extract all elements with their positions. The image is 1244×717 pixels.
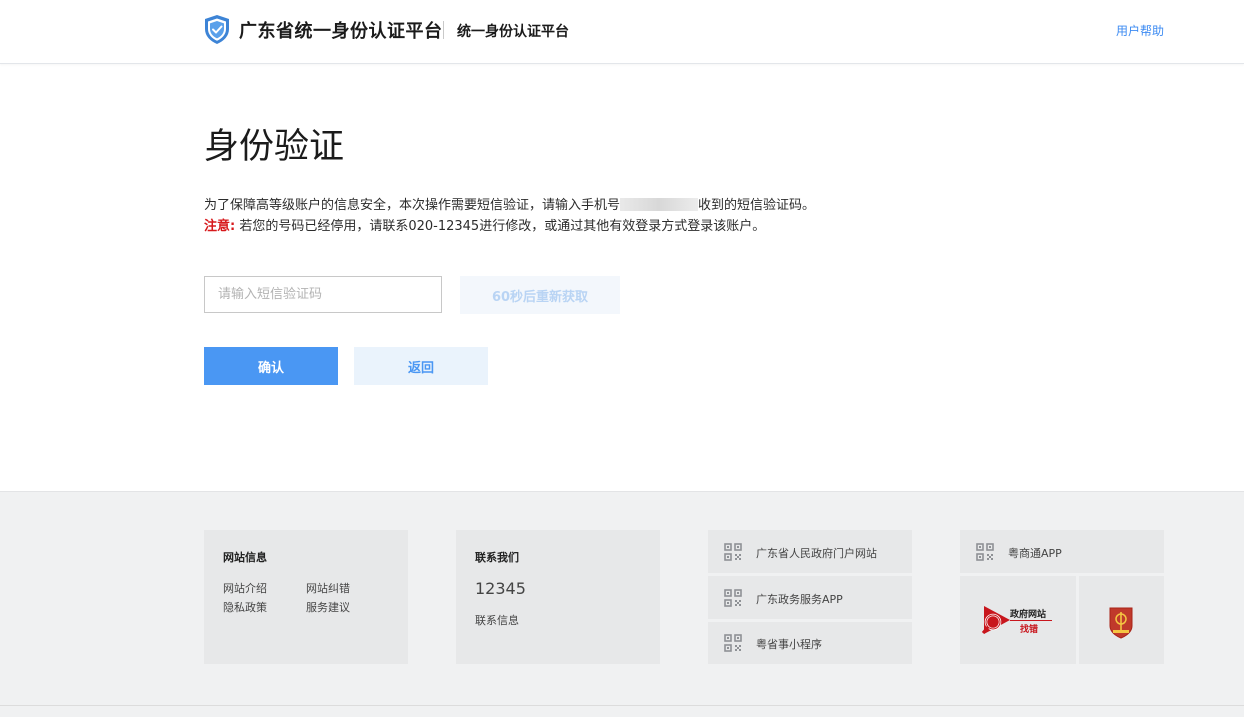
error-report-logo-icon: 政府网站 找错	[981, 606, 1052, 634]
notice-text: 若您的号码已经停用，请联系020-12345进行修改，或通过其他有效登录方式登录…	[235, 219, 766, 234]
verification-description: 为了保障高等级账户的信息安全，本次操作需要短信验证，请输入手机号 收到的短信验证码…	[204, 194, 815, 213]
notice-label: 注意:	[204, 219, 236, 234]
shield-check-logo-icon	[205, 15, 229, 44]
qr-code-icon	[724, 543, 742, 561]
brand-subtitle: 统一身份认证平台	[457, 24, 569, 40]
app-label-yueshangtong: 粤商通APP	[1008, 547, 1062, 560]
contact-title: 联系我们	[475, 551, 519, 564]
notice: 注意: 若您的号码已经停用，请联系020-12345进行修改，或通过其他有效登录…	[204, 215, 765, 234]
site-error-report-link[interactable]: 网站纠错	[306, 580, 350, 596]
party-gov-emblem-icon	[1109, 607, 1133, 639]
qr-code-icon	[724, 634, 742, 652]
contact-info-link[interactable]: 联系信息	[475, 612, 519, 628]
service-suggestion-link[interactable]: 服务建议	[306, 599, 350, 615]
badge-text-report-error: 找错	[1020, 623, 1038, 634]
qr-code-icon	[976, 543, 994, 561]
brand-title: 广东省统一身份认证平台	[239, 21, 443, 42]
page-title: 身份验证	[204, 127, 345, 167]
portal-label-gov-site: 广东省人民政府门户网站	[756, 547, 877, 560]
top-header: 广东省统一身份认证平台 统一身份认证平台 用户帮助	[0, 0, 1244, 64]
portal-label-mini-program: 粤省事小程序	[756, 638, 822, 651]
gov-site-error-badge[interactable]: 政府网站 找错	[960, 576, 1076, 664]
brand-divider	[443, 21, 444, 39]
privacy-policy-link[interactable]: 隐私政策	[223, 599, 267, 615]
sms-code-input[interactable]	[204, 276, 442, 313]
user-help-link[interactable]: 用户帮助	[1116, 22, 1164, 39]
gov-emblem-badge[interactable]	[1079, 576, 1164, 664]
site-info-title: 网站信息	[223, 551, 267, 564]
hotline-number: 12345	[475, 579, 526, 598]
badge-text-gov-site: 政府网站	[1010, 608, 1046, 619]
description-text-start: 为了保障高等级账户的信息安全，本次操作需要短信验证，请输入手机号	[204, 198, 621, 213]
description-text-end: 收到的短信验证码。	[698, 198, 816, 213]
site-intro-link[interactable]: 网站介绍	[223, 580, 267, 596]
masked-phone-number	[620, 198, 699, 211]
confirm-button[interactable]: 确认	[204, 347, 338, 385]
resend-code-button[interactable]: 60秒后重新获取	[460, 276, 620, 314]
back-button[interactable]: 返回	[354, 347, 488, 385]
portal-label-gov-app: 广东政务服务APP	[756, 593, 843, 606]
footer-bottom-divider	[0, 705, 1244, 706]
qr-code-icon	[724, 589, 742, 607]
